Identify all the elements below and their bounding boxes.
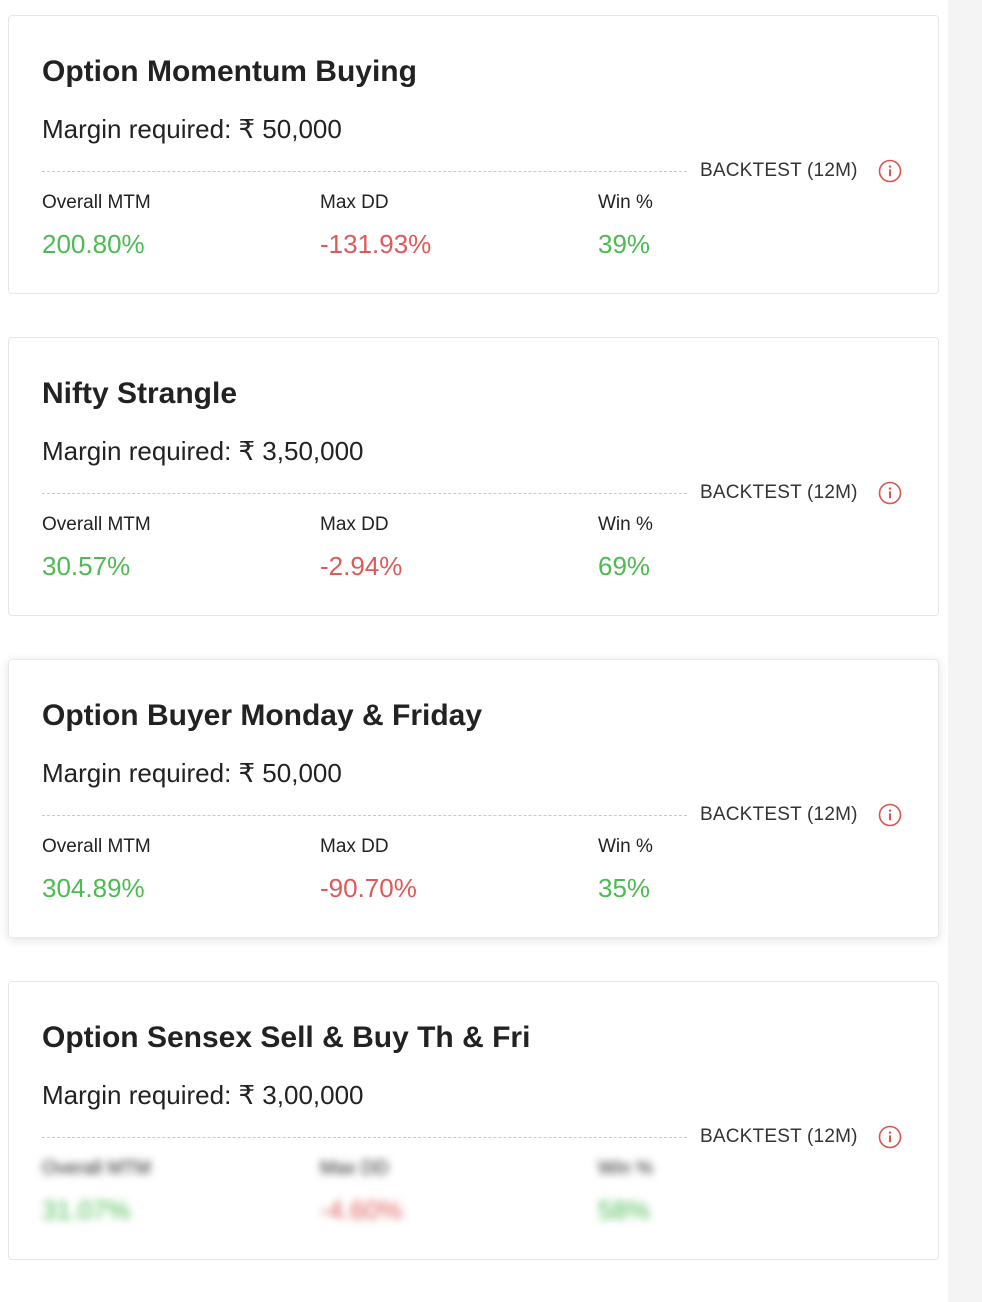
margin-required: Margin required: ₹ 3,50,000 bbox=[42, 436, 364, 466]
metric-overall-mtm: Overall MTM 31.07% bbox=[42, 1158, 151, 1226]
backtest-label: BACKTEST (12M) bbox=[700, 160, 858, 181]
metric-value: 58% bbox=[598, 1195, 651, 1225]
metric-label: Win % bbox=[598, 1158, 653, 1179]
backtest-label: BACKTEST (12M) bbox=[700, 482, 858, 503]
strategy-card[interactable]: Option Sensex Sell & Buy Th & Fri Margin… bbox=[8, 981, 939, 1260]
metric-label: Overall MTM bbox=[42, 192, 151, 213]
strategy-title[interactable]: Option Sensex Sell & Buy Th & Fri bbox=[42, 1021, 530, 1055]
metric-label: Overall MTM bbox=[42, 514, 151, 535]
metric-max-dd: Max DD -4.60% bbox=[320, 1158, 402, 1226]
backtest-label: BACKTEST (12M) bbox=[700, 804, 858, 825]
metric-label: Overall MTM bbox=[42, 1158, 151, 1179]
metric-value: 200.80% bbox=[42, 229, 145, 259]
metric-value: 39% bbox=[598, 229, 651, 259]
strategy-card[interactable]: Option Momentum Buying Margin required: … bbox=[8, 15, 939, 294]
strategy-list: Option Momentum Buying Margin required: … bbox=[0, 0, 948, 1302]
metric-value: -131.93% bbox=[320, 229, 432, 259]
metric-value: -4.60% bbox=[320, 1195, 403, 1225]
metric-overall-mtm: Overall MTM 30.57% bbox=[42, 514, 151, 582]
metric-label: Max DD bbox=[320, 192, 389, 213]
divider bbox=[42, 493, 687, 494]
metric-label: Win % bbox=[598, 514, 653, 535]
info-icon[interactable] bbox=[878, 481, 902, 505]
metric-max-dd: Max DD -131.93% bbox=[320, 192, 431, 260]
strategy-card[interactable]: Option Buyer Monday & Friday Margin requ… bbox=[8, 659, 939, 938]
metric-value: -2.94% bbox=[320, 551, 403, 581]
metric-label: Max DD bbox=[320, 514, 389, 535]
strategy-list-page: Option Momentum Buying Margin required: … bbox=[0, 0, 982, 1302]
metric-value: 69% bbox=[598, 551, 651, 581]
divider bbox=[42, 1137, 687, 1138]
metric-max-dd: Max DD -90.70% bbox=[320, 836, 417, 904]
metric-value: -90.70% bbox=[320, 873, 417, 903]
metric-max-dd: Max DD -2.94% bbox=[320, 514, 402, 582]
margin-required: Margin required: ₹ 50,000 bbox=[42, 114, 342, 144]
metric-win-percent: Win % 69% bbox=[598, 514, 653, 582]
metric-value: 30.57% bbox=[42, 551, 131, 581]
scroll-gutter bbox=[948, 0, 982, 1302]
backtest-label: BACKTEST (12M) bbox=[700, 1126, 858, 1147]
strategy-title[interactable]: Option Momentum Buying bbox=[42, 55, 417, 89]
strategy-card[interactable]: Nifty Strangle Margin required: ₹ 3,50,0… bbox=[8, 337, 939, 616]
margin-required: Margin required: ₹ 50,000 bbox=[42, 758, 342, 788]
info-icon[interactable] bbox=[878, 803, 902, 827]
metric-label: Win % bbox=[598, 836, 653, 857]
metric-label: Max DD bbox=[320, 836, 389, 857]
metric-overall-mtm: Overall MTM 304.89% bbox=[42, 836, 151, 904]
info-icon[interactable] bbox=[878, 159, 902, 183]
strategy-title[interactable]: Nifty Strangle bbox=[42, 377, 237, 411]
metric-value: 31.07% bbox=[42, 1195, 131, 1225]
metric-win-percent: Win % 35% bbox=[598, 836, 653, 904]
metric-value: 304.89% bbox=[42, 873, 145, 903]
info-icon[interactable] bbox=[878, 1125, 902, 1149]
margin-required: Margin required: ₹ 3,00,000 bbox=[42, 1080, 364, 1110]
metric-win-percent: Win % 39% bbox=[598, 192, 653, 260]
metric-label: Max DD bbox=[320, 1158, 389, 1179]
metric-label: Overall MTM bbox=[42, 836, 151, 857]
metric-value: 35% bbox=[598, 873, 651, 903]
metric-win-percent: Win % 58% bbox=[598, 1158, 653, 1226]
metric-overall-mtm: Overall MTM 200.80% bbox=[42, 192, 151, 260]
metric-label: Win % bbox=[598, 192, 653, 213]
divider bbox=[42, 815, 687, 816]
strategy-title[interactable]: Option Buyer Monday & Friday bbox=[42, 699, 482, 733]
divider bbox=[42, 171, 687, 172]
